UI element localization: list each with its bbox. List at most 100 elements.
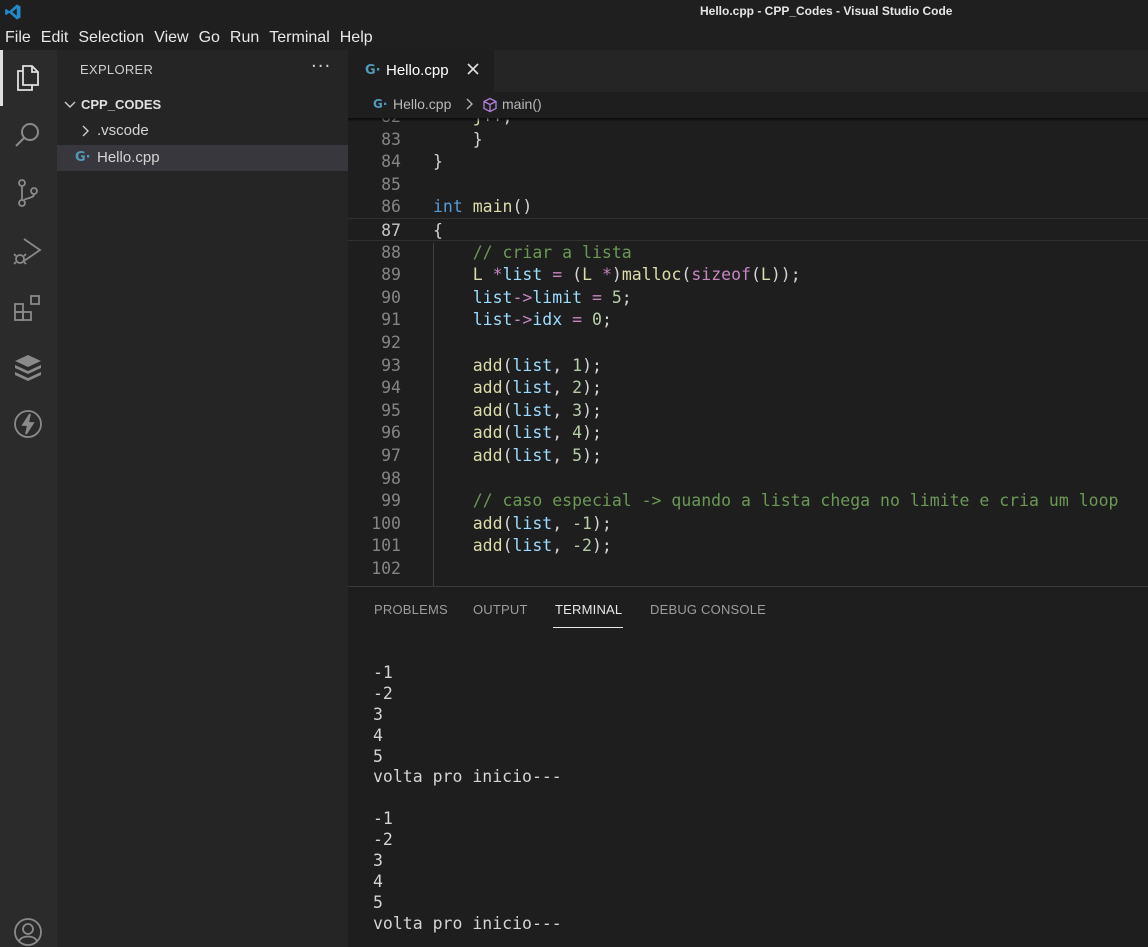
- line-number: 93: [381, 355, 401, 375]
- tab-terminal[interactable]: TERMINAL: [555, 602, 622, 617]
- code-line[interactable]: 90 list->limit = 5;: [348, 286, 1148, 309]
- cpp-file-icon: G·: [365, 63, 381, 78]
- chevron-right-icon: [82, 125, 89, 137]
- breadcrumb-file[interactable]: Hello.cpp: [393, 96, 451, 112]
- line-code: add(list, 5);: [472, 446, 602, 465]
- code-line[interactable]: 89 L *list = (L *)malloc(sizeof(L));: [348, 263, 1148, 286]
- line-number: 86: [381, 197, 401, 217]
- tab-problems[interactable]: PROBLEMS: [374, 602, 448, 617]
- title-bar: Hello.cpp - CPP_Codes - Visual Studio Co…: [0, 0, 1148, 50]
- menu-go[interactable]: Go: [194, 27, 225, 49]
- more-actions-icon[interactable]: ···: [311, 56, 331, 77]
- terminal-line: volta pro inicio---: [373, 913, 562, 933]
- chevron-down-icon: [64, 101, 76, 108]
- tree-item-label: .vscode: [97, 122, 149, 139]
- line-code: list->limit = 5;: [472, 287, 632, 307]
- active-tab-underline: [553, 627, 623, 628]
- code-line[interactable]: 83 }: [348, 128, 1148, 151]
- line-number: 89: [381, 265, 401, 285]
- menu-edit[interactable]: Edit: [36, 27, 74, 49]
- code-line[interactable]: 96 add(list, 4);: [348, 421, 1148, 444]
- menu-view[interactable]: View: [149, 27, 193, 49]
- line-number: 99: [381, 491, 401, 511]
- code-line[interactable]: 84}: [348, 150, 1148, 173]
- line-code: add(list, 2);: [472, 378, 602, 398]
- menu-bar: File Edit Selection View Go Run Terminal…: [0, 27, 378, 49]
- symbol-method-icon: [483, 97, 497, 113]
- line-code: list->idx = 0;: [472, 310, 612, 330]
- line-number: 100: [371, 513, 401, 533]
- terminal-line: volta pro inicio---: [373, 767, 562, 787]
- code-line[interactable]: 98: [348, 467, 1148, 490]
- terminal-line: 3: [373, 851, 383, 871]
- explorer-title: EXPLORER: [80, 62, 154, 77]
- vscode-logo-icon: [5, 4, 21, 20]
- extensions-icon[interactable]: [12, 293, 44, 325]
- code-line[interactable]: 93 add(list, 1);: [348, 354, 1148, 377]
- code-line[interactable]: 86 int main(): [348, 195, 1148, 218]
- menu-run[interactable]: Run: [225, 27, 264, 49]
- run-debug-icon[interactable]: [12, 235, 44, 267]
- line-number: 85: [381, 174, 401, 194]
- line-code: // caso especial -> quando a lista chega…: [472, 491, 1119, 511]
- line-code: add(list, -1);: [472, 513, 612, 533]
- account-icon[interactable]: [12, 916, 44, 947]
- line-number: 92: [381, 333, 401, 352]
- code-line[interactable]: 101 add(list, -2);: [348, 534, 1148, 557]
- tab-debug-console[interactable]: DEBUG CONSOLE: [650, 602, 766, 617]
- workspace-folder-label: CPP_CODES: [81, 97, 162, 112]
- activity-bar: [0, 50, 57, 947]
- bottom-panel: PROBLEMS OUTPUT TERMINAL DEBUG CONSOLE -…: [348, 586, 1148, 947]
- line-number: 88: [381, 242, 401, 262]
- database-icon[interactable]: [12, 351, 44, 383]
- tab-output[interactable]: OUTPUT: [473, 602, 528, 617]
- workspace-folder[interactable]: CPP_CODES: [57, 94, 348, 116]
- line-number: 95: [381, 400, 401, 420]
- line-code: add(list, -2);: [472, 536, 612, 556]
- line-number: 87: [381, 221, 401, 240]
- breadcrumb-symbol[interactable]: main(): [502, 96, 542, 112]
- line-number: 90: [381, 287, 401, 307]
- active-indicator: [0, 50, 3, 106]
- tree-item-label: Hello.cpp: [97, 149, 160, 166]
- line-number: 83: [381, 129, 401, 149]
- menu-help[interactable]: Help: [335, 27, 378, 49]
- code-line[interactable]: 88 // criar a lista: [348, 241, 1148, 264]
- explorer-sidebar: EXPLORER ··· CPP_CODES .vscode G· Hello.…: [57, 50, 348, 947]
- line-number: 97: [381, 446, 401, 465]
- code-line[interactable]: 100 add(list, -1);: [348, 512, 1148, 535]
- code-line[interactable]: 85: [348, 173, 1148, 196]
- search-icon[interactable]: [12, 119, 44, 151]
- line-code: }: [433, 152, 443, 172]
- cpp-file-icon: G·: [75, 150, 91, 165]
- code-line[interactable]: 95 add(list, 3);: [348, 399, 1148, 422]
- tree-item-hello-cpp[interactable]: G· Hello.cpp: [57, 145, 348, 171]
- menu-file[interactable]: File: [0, 27, 36, 49]
- code-line[interactable]: 91 list->idx = 0;: [348, 308, 1148, 331]
- scroll-shadow: [348, 118, 1148, 122]
- code-line[interactable]: 92: [348, 331, 1148, 354]
- code-line[interactable]: 99 // caso especial -> quando a lista ch…: [348, 489, 1148, 512]
- menu-terminal[interactable]: Terminal: [264, 27, 334, 49]
- code-editor[interactable]: 82 j++;83 }84}8586int main()87{88 // cri…: [348, 118, 1148, 586]
- menu-selection[interactable]: Selection: [73, 27, 149, 49]
- terminal-output[interactable]: -1 -2 3 4 5 volta pro inicio--- -1 -2 3 4 5 volta p…: [373, 663, 562, 935]
- close-icon[interactable]: [466, 62, 480, 76]
- line-code: add(list, 3);: [472, 400, 602, 420]
- lightning-icon[interactable]: [12, 408, 44, 440]
- terminal-line: 4: [373, 871, 383, 891]
- line-number: 94: [381, 378, 401, 398]
- line-number: 102: [371, 559, 401, 578]
- code-line[interactable]: 94 add(list, 2);: [348, 376, 1148, 399]
- editor-tab-bar: G· Hello.cpp: [348, 50, 1148, 92]
- code-line[interactable]: 87 {: [348, 218, 1148, 241]
- code-line[interactable]: 97 add(list, 5);: [348, 444, 1148, 467]
- source-control-icon[interactable]: [12, 177, 44, 209]
- window-title: Hello.cpp - CPP_Codes - Visual Studio Co…: [700, 4, 953, 18]
- line-code: int main(): [433, 197, 533, 217]
- code-line[interactable]: 102: [348, 557, 1148, 580]
- tab-hello-cpp[interactable]: G· Hello.cpp: [348, 50, 494, 92]
- tree-item-vscode[interactable]: .vscode: [57, 118, 348, 144]
- files-icon[interactable]: [12, 62, 44, 94]
